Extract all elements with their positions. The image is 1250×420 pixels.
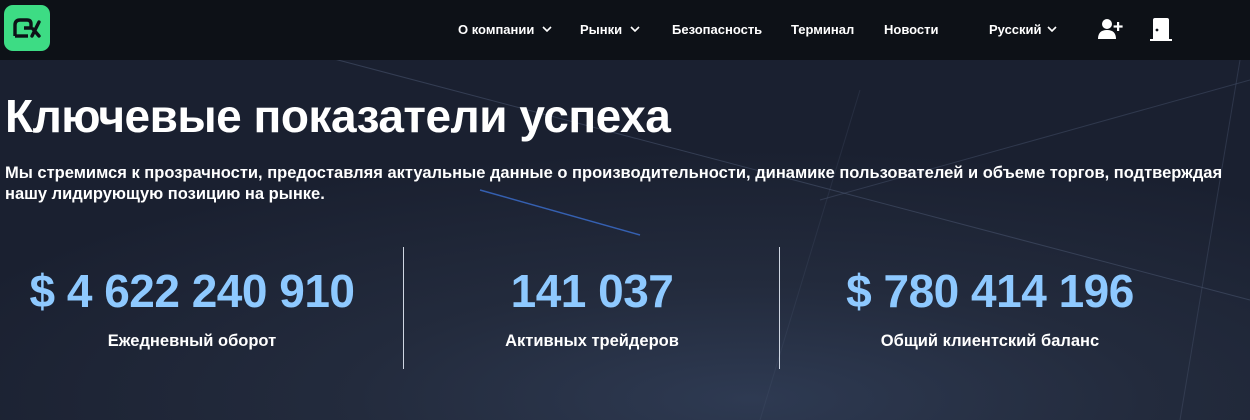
page-subtitle: Мы стремимся к прозрачности, предоставля…	[5, 164, 1223, 203]
language-label: Русский	[989, 21, 1042, 37]
nav-label-about: О компании	[458, 21, 535, 37]
stat-label: Общий клиентский баланс	[880, 332, 1100, 350]
brand-logo-icon[interactable]	[4, 5, 50, 51]
chevron-down-icon	[1046, 26, 1057, 32]
chevron-down-icon	[542, 26, 552, 32]
nav-label-news: Новости	[884, 21, 939, 37]
nav-about-company[interactable]: О компании	[458, 0, 552, 58]
nav-label-markets: Рынки	[580, 21, 623, 37]
stat-daily-turnover: $ 4 622 240 910 Ежедневный оборот	[0, 262, 384, 351]
stat-value: $ 4 622 240 910	[29, 265, 355, 317]
chevron-down-icon	[630, 26, 640, 32]
add-user-icon[interactable]	[1095, 14, 1125, 44]
nav-label-security: Безопасность	[672, 21, 763, 37]
stat-label: Активных трейдеров	[505, 332, 679, 350]
nav-news[interactable]: Новости	[884, 0, 939, 58]
top-navigation-bar: О компании Рынки Безопасность Терминал Н…	[0, 0, 1250, 60]
nav-terminal[interactable]: Терминал	[791, 0, 854, 58]
nav-label-terminal: Терминал	[791, 21, 855, 37]
page-title: Ключевые показатели успеха	[5, 90, 671, 142]
nav-security[interactable]: Безопасность	[672, 0, 762, 58]
door-icon[interactable]	[1146, 14, 1176, 44]
stat-active-traders: 141 037 Активных трейдеров	[404, 262, 780, 351]
stat-label: Ежедневный оборот	[107, 332, 277, 350]
nav-markets[interactable]: Рынки	[580, 0, 640, 58]
stat-value: $ 780 414 196	[846, 265, 1134, 317]
language-selector[interactable]: Русский	[989, 0, 1057, 58]
stat-value: 141 037	[510, 265, 674, 317]
stat-client-balance: $ 780 414 196 Общий клиентский баланс	[780, 262, 1200, 351]
